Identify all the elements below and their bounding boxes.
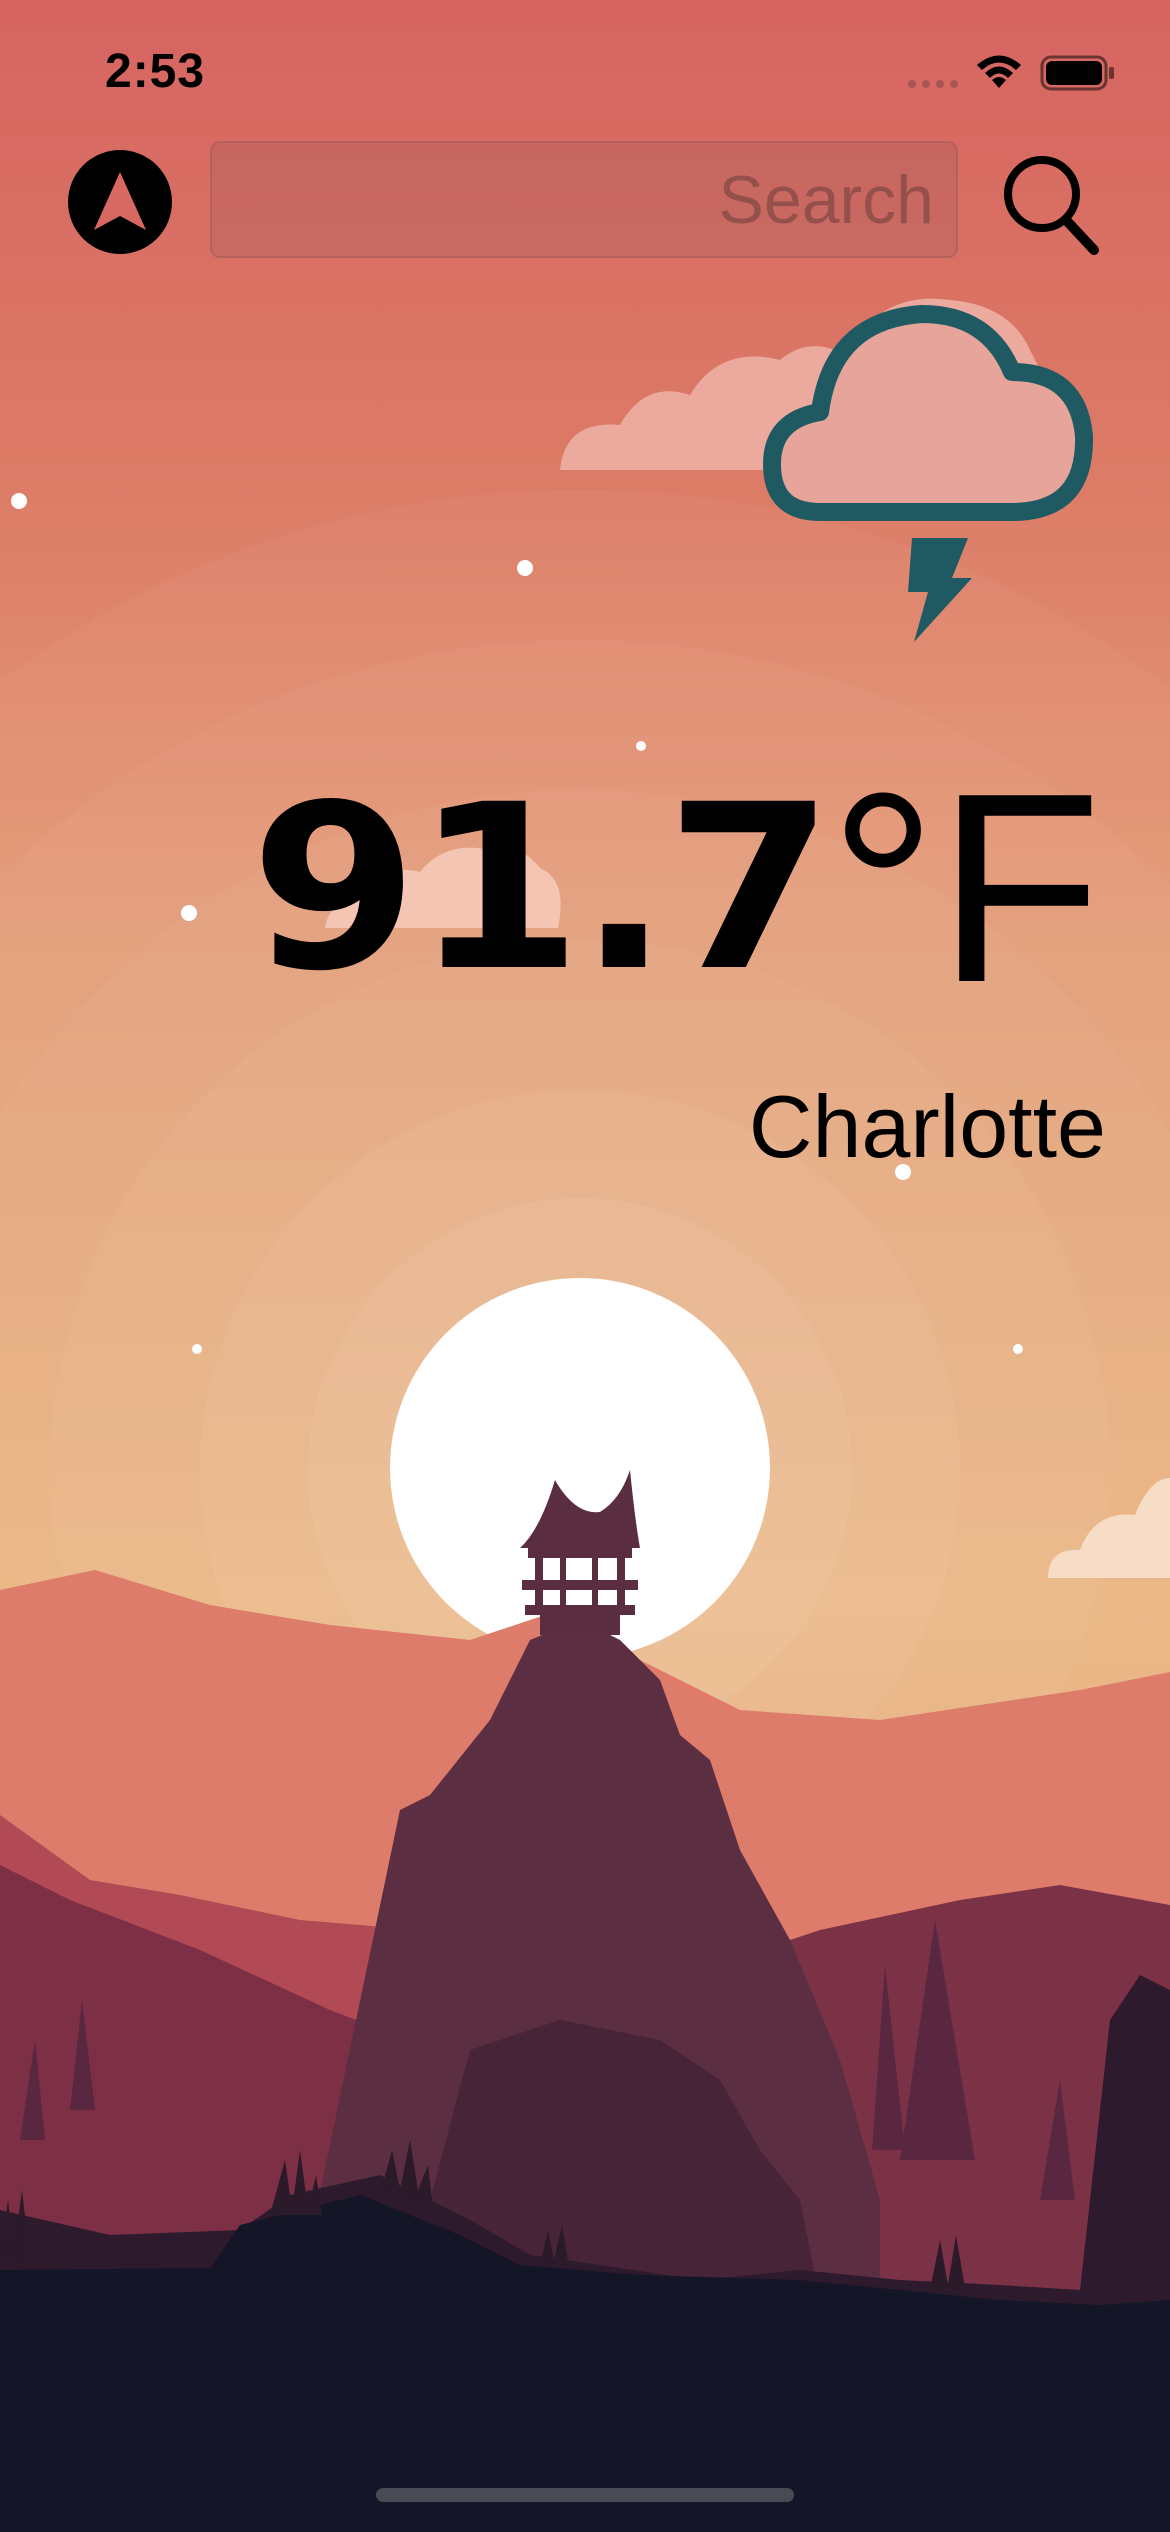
- thunderstorm-cloud-icon: [763, 305, 1094, 642]
- temperature-display: 91.7°F: [0, 740, 1102, 1024]
- status-bar: 2:53: [0, 0, 1170, 140]
- home-indicator[interactable]: [376, 2488, 794, 2502]
- cellular-signal-icon: [908, 80, 958, 88]
- temperature-value: 91.7: [249, 755, 834, 1021]
- sun: [390, 1278, 770, 1658]
- battery-icon: [1040, 55, 1114, 91]
- temperature-unit: °F: [829, 738, 1102, 1039]
- status-time: 2:53: [105, 45, 206, 98]
- search-input[interactable]: [210, 141, 958, 258]
- location-button[interactable]: [68, 150, 172, 254]
- location-arrow-icon: [94, 172, 146, 230]
- wifi-icon: [977, 55, 1021, 88]
- magnifier-icon[interactable]: [998, 148, 1102, 258]
- city-name: Charlotte: [748, 1077, 1106, 1176]
